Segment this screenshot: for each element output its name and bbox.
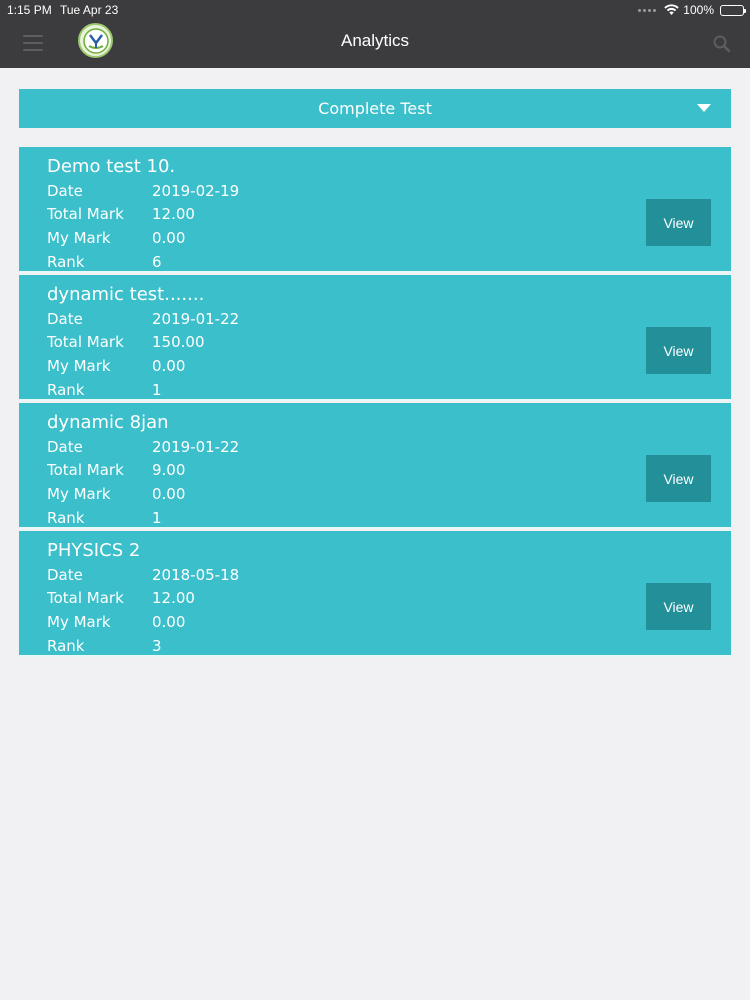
total-mark-value: 12.00 — [152, 589, 195, 607]
rank-value: 3 — [152, 637, 162, 655]
battery-percent: 100% — [683, 3, 714, 17]
date-row: Date 2019-01-22 — [47, 438, 239, 456]
total-mark-label: Total Mark — [47, 589, 124, 607]
total-mark-value: 12.00 — [152, 205, 195, 223]
rank-value: 6 — [152, 253, 162, 271]
view-button[interactable]: View — [646, 455, 711, 502]
date-label: Date — [47, 566, 83, 584]
cellular-dots-icon — [638, 8, 657, 12]
date-row: Date 2019-02-19 — [47, 182, 239, 200]
status-indicators: 100% — [638, 2, 746, 18]
date-label: Date — [47, 310, 83, 328]
date-label: Date — [47, 438, 83, 456]
rank-row: Rank 3 — [47, 637, 162, 655]
total-mark-row: Total Mark 150.00 — [47, 333, 205, 351]
date-value: 2019-01-22 — [152, 438, 240, 456]
total-mark-row: Total Mark 12.00 — [47, 589, 195, 607]
total-mark-value: 150.00 — [152, 333, 205, 351]
total-mark-label: Total Mark — [47, 333, 124, 351]
rank-label: Rank — [47, 637, 85, 655]
rank-value: 1 — [152, 509, 162, 527]
my-mark-row: My Mark 0.00 — [47, 485, 185, 503]
test-card: dynamic 8jan Date 2019-01-22 Total Mark 9.… — [19, 403, 731, 529]
rank-row: Rank 1 — [47, 381, 162, 399]
total-mark-label: Total Mark — [47, 205, 124, 223]
test-type-dropdown[interactable]: Complete Test — [19, 89, 731, 128]
dropdown-selected-value: Complete Test — [318, 99, 432, 118]
view-button[interactable]: View — [646, 327, 711, 374]
test-card: PHYSICS 2 Date 2018-05-18 Total Mark 12.00… — [19, 531, 731, 657]
battery-icon — [720, 4, 746, 16]
test-title: PHYSICS 2 — [47, 540, 141, 561]
status-date: Tue Apr 23 — [60, 3, 119, 17]
my-mark-row: My Mark 0.00 — [47, 229, 185, 247]
rank-row: Rank 6 — [47, 253, 162, 271]
wifi-icon — [664, 4, 679, 15]
view-button[interactable]: View — [646, 583, 711, 630]
my-mark-label: My Mark — [47, 357, 111, 375]
page-title: Analytics — [340, 31, 410, 50]
rank-label: Rank — [47, 509, 85, 527]
view-button[interactable]: View — [646, 199, 711, 246]
test-results-list: Demo test 10. Date 2019-02-19 Total Mark 1… — [19, 147, 731, 657]
my-mark-value: 0.00 — [152, 229, 186, 247]
test-title: Demo test 10. — [47, 156, 176, 177]
test-title: dynamic 8jan — [47, 412, 169, 433]
rank-label: Rank — [47, 381, 85, 399]
my-mark-label: My Mark — [47, 613, 111, 631]
my-mark-row: My Mark 0.00 — [47, 613, 185, 631]
date-value: 2019-01-22 — [152, 310, 240, 328]
my-mark-value: 0.00 — [152, 357, 186, 375]
date-row: Date 2018-05-18 — [47, 566, 239, 584]
caret-down-icon — [697, 104, 711, 112]
my-mark-value: 0.00 — [152, 485, 186, 503]
date-row: Date 2019-01-22 — [47, 310, 239, 328]
status-time: 1:15 PM — [7, 3, 52, 17]
test-title: dynamic test....... — [47, 284, 205, 305]
date-value: 2019-02-19 — [152, 182, 240, 200]
my-mark-row: My Mark 0.00 — [47, 357, 185, 375]
top-bar: 1:15 PM Tue Apr 23 100% Analytics — [0, 0, 750, 68]
my-mark-value: 0.00 — [152, 613, 186, 631]
rank-label: Rank — [47, 253, 85, 271]
total-mark-value: 9.00 — [152, 461, 186, 479]
my-mark-label: My Mark — [47, 485, 111, 503]
rank-value: 1 — [152, 381, 162, 399]
test-card: Demo test 10. Date 2019-02-19 Total Mark 1… — [19, 147, 731, 273]
total-mark-row: Total Mark 12.00 — [47, 205, 195, 223]
rank-row: Rank 1 — [47, 509, 162, 527]
test-card: dynamic test....... Date 2019-01-22 Total… — [19, 275, 731, 401]
date-value: 2018-05-18 — [152, 566, 240, 584]
total-mark-label: Total Mark — [47, 461, 124, 479]
date-label: Date — [47, 182, 83, 200]
my-mark-label: My Mark — [47, 229, 111, 247]
search-icon[interactable] — [712, 34, 732, 54]
total-mark-row: Total Mark 9.00 — [47, 461, 185, 479]
